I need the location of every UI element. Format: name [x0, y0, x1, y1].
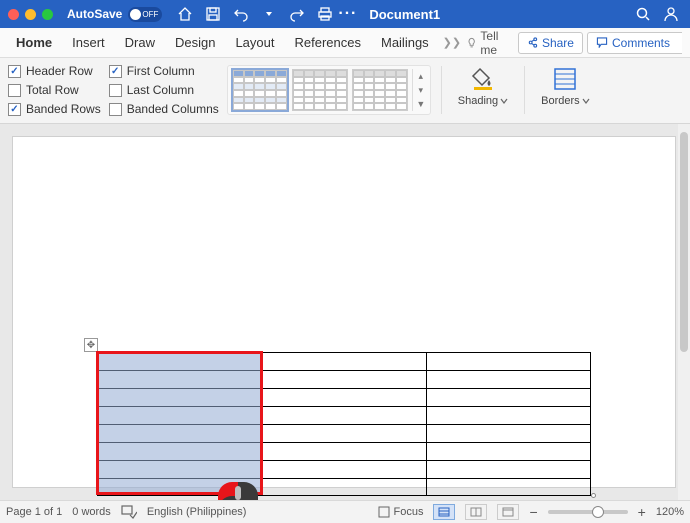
- table-styles-gallery: ▴▾▼: [227, 65, 431, 115]
- table-row[interactable]: [98, 461, 591, 479]
- autosave-toggle[interactable]: OFF: [128, 7, 162, 22]
- label-first-column: First Column: [127, 64, 195, 78]
- zoom-slider[interactable]: [548, 510, 628, 514]
- tab-references[interactable]: References: [287, 29, 369, 56]
- divider: [524, 66, 525, 114]
- checkbox-total-row[interactable]: [8, 84, 21, 97]
- table-row[interactable]: [98, 389, 591, 407]
- status-language[interactable]: English (Philippines): [147, 506, 247, 518]
- focus-label: Focus: [394, 506, 424, 518]
- zoom-out-button[interactable]: −: [529, 504, 537, 520]
- tab-home[interactable]: Home: [8, 29, 60, 56]
- table-style-2[interactable]: [292, 69, 348, 111]
- table-row[interactable]: [98, 425, 591, 443]
- quick-access-toolbar: [174, 3, 336, 25]
- minimize-icon[interactable]: [25, 9, 36, 20]
- vertical-scrollbar[interactable]: [678, 124, 690, 500]
- tell-me[interactable]: Tell me: [467, 29, 510, 57]
- borders-label: Borders: [541, 95, 580, 107]
- tab-layout[interactable]: Layout: [227, 29, 282, 56]
- more-tabs-icon[interactable]: ❯❯: [441, 36, 463, 49]
- share-button[interactable]: Share: [518, 32, 583, 54]
- ribbon-tabs: Home Insert Draw Design Layout Reference…: [0, 28, 690, 58]
- tab-mailings[interactable]: Mailings: [373, 29, 437, 56]
- web-layout-view-icon[interactable]: [497, 504, 519, 520]
- checkbox-header-row[interactable]: [8, 65, 21, 78]
- window-controls: [8, 9, 53, 20]
- styles-more-icon[interactable]: ▴▾▼: [412, 69, 426, 111]
- label-total-row: Total Row: [26, 83, 79, 97]
- document-canvas[interactable]: ✥: [0, 124, 690, 500]
- zoom-in-button[interactable]: +: [638, 504, 646, 520]
- read-view-icon[interactable]: [465, 504, 487, 520]
- search-icon[interactable]: [632, 3, 654, 25]
- undo-icon[interactable]: [230, 3, 252, 25]
- document-table[interactable]: [97, 352, 591, 496]
- comments-button[interactable]: Comments: [587, 32, 682, 54]
- table-row[interactable]: [98, 443, 591, 461]
- table-style-3[interactable]: [352, 69, 408, 111]
- home-icon[interactable]: [174, 3, 196, 25]
- table-row[interactable]: [98, 371, 591, 389]
- redo-icon[interactable]: [286, 3, 308, 25]
- checkbox-first-column[interactable]: [109, 65, 122, 78]
- status-words[interactable]: 0 words: [72, 506, 111, 518]
- comments-label: Comments: [612, 36, 670, 50]
- label-header-row: Header Row: [26, 64, 93, 78]
- undo-dropdown-icon[interactable]: [258, 3, 280, 25]
- tab-draw[interactable]: Draw: [117, 29, 163, 56]
- print-icon[interactable]: [314, 3, 336, 25]
- document-title: Document1: [369, 7, 440, 22]
- table-resize-handle-icon[interactable]: [591, 493, 596, 498]
- checkbox-banded-columns[interactable]: [109, 103, 122, 116]
- table-style-1[interactable]: [232, 69, 288, 111]
- table-row[interactable]: [98, 353, 591, 371]
- shading-label: Shading: [458, 95, 498, 107]
- table-row[interactable]: [98, 479, 591, 496]
- status-bar: Page 1 of 1 0 words English (Philippines…: [0, 500, 690, 523]
- status-page[interactable]: Page 1 of 1: [6, 506, 62, 518]
- shading-button[interactable]: Shading: [452, 64, 514, 107]
- title-bar: AutoSave OFF ··· Document1: [0, 0, 690, 28]
- checkbox-banded-rows[interactable]: [8, 103, 21, 116]
- autosave-state: OFF: [142, 10, 158, 19]
- share-label: Share: [542, 36, 574, 50]
- table-move-handle-icon[interactable]: ✥: [84, 338, 98, 352]
- tab-insert[interactable]: Insert: [64, 29, 113, 56]
- tell-me-label: Tell me: [480, 29, 510, 57]
- chevron-down-icon: [582, 97, 590, 105]
- mouse-cursor-graphic: [218, 482, 258, 500]
- maximize-icon[interactable]: [42, 9, 53, 20]
- save-icon[interactable]: [202, 3, 224, 25]
- focus-mode-button[interactable]: Focus: [378, 506, 424, 518]
- table-row[interactable]: [98, 407, 591, 425]
- account-icon[interactable]: [660, 3, 682, 25]
- more-icon[interactable]: ···: [338, 5, 357, 23]
- label-last-column: Last Column: [127, 83, 194, 97]
- ribbon-panel: Header Row Total Row Banded Rows First C…: [0, 58, 690, 124]
- divider: [441, 66, 442, 114]
- checkbox-last-column[interactable]: [109, 84, 122, 97]
- print-layout-view-icon[interactable]: [433, 504, 455, 520]
- zoom-level[interactable]: 120%: [656, 506, 684, 518]
- chevron-down-icon: [500, 97, 508, 105]
- borders-button[interactable]: Borders: [535, 64, 596, 107]
- spellcheck-icon[interactable]: [121, 505, 137, 519]
- close-icon[interactable]: [8, 9, 19, 20]
- scroll-thumb[interactable]: [680, 132, 688, 352]
- label-banded-rows: Banded Rows: [26, 102, 101, 116]
- label-banded-columns: Banded Columns: [127, 102, 219, 116]
- tab-design[interactable]: Design: [167, 29, 223, 56]
- autosave-label: AutoSave: [67, 7, 122, 21]
